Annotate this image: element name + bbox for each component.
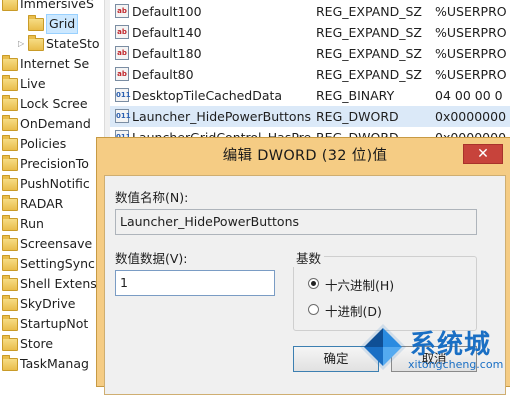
folder-icon bbox=[2, 155, 18, 171]
value-data: %USERPRO bbox=[435, 25, 507, 40]
value-name: Default100 bbox=[132, 4, 202, 19]
folder-icon bbox=[2, 355, 18, 371]
registry-key-tree[interactable]: ImmersiveS Grid ▷ StateSto Internet Se Live Lo… bbox=[0, 0, 108, 378]
value-data: %USERPRO bbox=[435, 46, 507, 61]
tree-item-label: Run bbox=[20, 216, 44, 231]
string-value-icon: ab bbox=[115, 25, 129, 39]
decimal-radio[interactable] bbox=[308, 304, 319, 315]
tree-item-label: SkyDrive bbox=[20, 296, 76, 311]
folder-icon bbox=[2, 235, 18, 251]
base-group-title: 基数 bbox=[293, 248, 325, 267]
value-data-label: 数值数据(V): bbox=[115, 251, 188, 266]
value-row[interactable]: ab Default140 REG_EXPAND_SZ %USERPRO bbox=[110, 22, 510, 43]
value-row[interactable]: ab Default80 REG_EXPAND_SZ %USERPRO bbox=[110, 64, 510, 85]
folder-icon bbox=[2, 255, 18, 271]
folder-icon bbox=[28, 15, 44, 31]
binary-value-icon: 011 bbox=[115, 109, 131, 123]
folder-icon bbox=[2, 0, 18, 11]
value-type: REG_EXPAND_SZ bbox=[316, 67, 422, 82]
tree-item-label: Store bbox=[20, 336, 54, 351]
watermark-icon bbox=[360, 324, 406, 370]
tree-item-label: Screensave bbox=[20, 236, 93, 251]
watermark-url: xitongcheng.com bbox=[408, 358, 504, 371]
watermark-text: 系统城 bbox=[410, 330, 492, 360]
value-name: Launcher_HidePowerButtons bbox=[132, 109, 312, 124]
tree-item-label: Shell Extens bbox=[20, 276, 97, 291]
value-row[interactable]: 011 Launcher_HidePowerButtons REG_DWORD 0x0… bbox=[110, 106, 510, 127]
folder-icon bbox=[2, 115, 18, 131]
tree-item-label: Policies bbox=[20, 136, 67, 151]
string-value-icon: ab bbox=[115, 46, 129, 60]
folder-icon bbox=[2, 295, 18, 311]
string-value-icon: ab bbox=[115, 4, 129, 18]
value-type: REG_EXPAND_SZ bbox=[316, 25, 422, 40]
value-type: REG_EXPAND_SZ bbox=[316, 4, 422, 19]
tree-item-label: OnDemand bbox=[20, 116, 91, 131]
tree-item-label: PrecisionTo bbox=[20, 156, 89, 171]
watermark-logo: 系统城 xitongcheng.com bbox=[356, 318, 510, 378]
value-name: Default140 bbox=[132, 25, 202, 40]
tree-item-label: ImmersiveS bbox=[20, 0, 94, 11]
close-icon: ✕ bbox=[477, 146, 489, 162]
folder-icon bbox=[2, 315, 18, 331]
tree-item-label: Lock Scree bbox=[20, 96, 88, 111]
tree-item-label: Internet Se bbox=[20, 56, 90, 71]
value-name: DesktopTileCachedData bbox=[132, 88, 283, 103]
value-data: 0x0000000 bbox=[435, 109, 507, 124]
binary-value-icon: 011 bbox=[115, 88, 131, 102]
string-value-icon: ab bbox=[115, 67, 129, 81]
folder-icon bbox=[2, 195, 18, 211]
value-data: %USERPRO bbox=[435, 67, 507, 82]
tree-item-label: StartupNot bbox=[20, 316, 89, 331]
value-row[interactable]: ab Default180 REG_EXPAND_SZ %USERPRO bbox=[110, 43, 510, 64]
folder-icon bbox=[2, 135, 18, 151]
tree-item-label: Live bbox=[20, 76, 46, 91]
dialog-title: 编辑 DWORD (32 位)值 bbox=[222, 148, 388, 164]
value-type: REG_DWORD bbox=[316, 109, 399, 124]
tree-item-label: Grid bbox=[46, 14, 79, 34]
value-name: Default180 bbox=[132, 46, 202, 61]
tree-item-label: SettingSync bbox=[20, 256, 95, 271]
value-name-label: 数值名称(N): bbox=[115, 190, 189, 205]
value-row[interactable]: 011 DesktopTileCachedData REG_BINARY 04 00 … bbox=[110, 85, 510, 106]
value-data-input[interactable]: 1 bbox=[115, 270, 275, 296]
tree-item-label: StateSto bbox=[46, 36, 100, 51]
folder-icon bbox=[28, 35, 44, 51]
value-type: REG_EXPAND_SZ bbox=[316, 46, 422, 61]
hex-radio[interactable] bbox=[308, 278, 319, 289]
value-data: 04 00 00 0 bbox=[435, 88, 503, 103]
hex-radio-label[interactable]: 十六进制(H) bbox=[325, 275, 394, 294]
folder-icon bbox=[2, 275, 18, 291]
folder-icon bbox=[2, 335, 18, 351]
close-button[interactable]: ✕ bbox=[463, 144, 503, 164]
folder-icon bbox=[2, 95, 18, 111]
value-data: %USERPRO bbox=[435, 4, 507, 19]
folder-icon bbox=[2, 75, 18, 91]
folder-icon bbox=[2, 175, 18, 191]
value-row[interactable]: ab Default100 REG_EXPAND_SZ %USERPRO bbox=[110, 1, 510, 22]
folder-icon bbox=[2, 215, 18, 231]
tree-item-label: RADAR bbox=[20, 196, 64, 211]
tree-item-label: PushNotific bbox=[20, 176, 90, 191]
tree-item-label: TaskManag bbox=[20, 356, 89, 371]
value-name: Default80 bbox=[132, 67, 194, 82]
value-type: REG_BINARY bbox=[316, 88, 395, 103]
folder-icon bbox=[2, 55, 18, 71]
expand-arrow-icon[interactable]: ▷ bbox=[18, 40, 24, 48]
value-name-field: Launcher_HidePowerButtons bbox=[115, 209, 477, 235]
